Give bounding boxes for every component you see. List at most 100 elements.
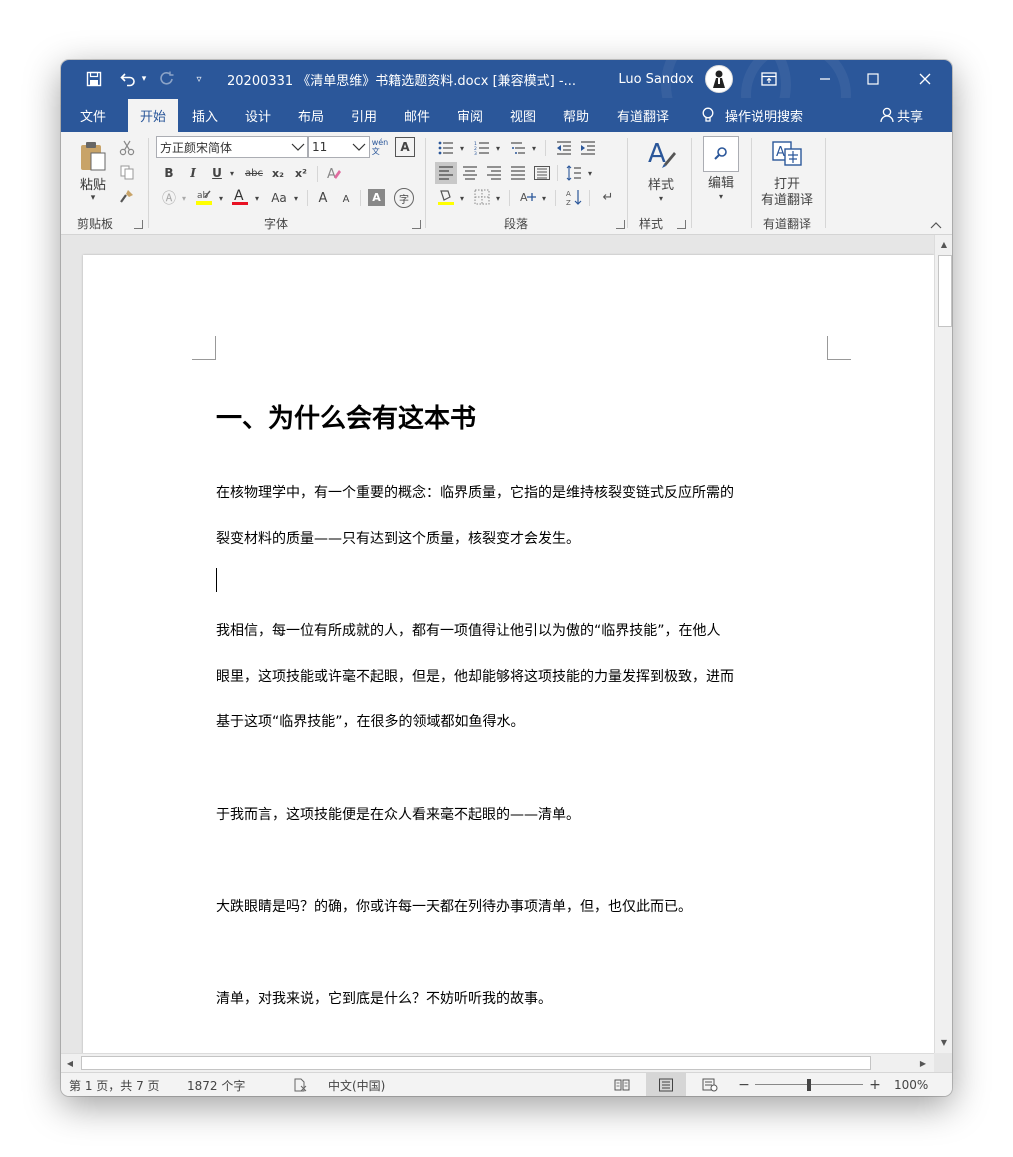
tab-review[interactable]: 审阅 [448, 98, 492, 132]
find-icon[interactable] [703, 136, 739, 172]
sort-icon[interactable]: AZ [563, 186, 585, 208]
editing-button[interactable]: 编辑 [697, 172, 745, 191]
increase-indent-icon[interactable] [577, 138, 599, 158]
cut-icon[interactable] [117, 138, 137, 158]
redo-icon[interactable] [157, 60, 177, 98]
highlight-icon[interactable]: ab [193, 186, 215, 208]
phonetic-guide-icon[interactable]: wén 文 [370, 136, 390, 158]
font-launcher-icon[interactable] [412, 220, 421, 229]
show-formatting-marks-icon[interactable]: ↵ [597, 186, 619, 208]
maximize-icon[interactable] [850, 60, 896, 98]
strikethrough-button[interactable]: abc [242, 164, 266, 182]
shading-icon[interactable] [435, 186, 457, 208]
language-indicator[interactable]: 中文(中国) [328, 1073, 385, 1096]
tab-home[interactable]: 开始 [128, 99, 178, 132]
read-mode-icon[interactable] [611, 1073, 633, 1096]
scroll-down-icon[interactable]: ▼ [937, 1035, 951, 1049]
page-count[interactable]: 第 1 页，共 7 页 [69, 1073, 160, 1096]
multilevel-list-icon[interactable] [507, 138, 529, 158]
subscript-button[interactable]: x₂ [268, 164, 288, 182]
tell-me-search[interactable]: 操作说明搜索 [725, 98, 811, 132]
youdao-open-label-2[interactable]: 有道翻译 [757, 190, 817, 208]
paste-dropdown-icon[interactable]: ▾ [85, 192, 101, 204]
decrease-indent-icon[interactable] [553, 138, 575, 158]
word-count[interactable]: 1872 个字 [187, 1073, 245, 1096]
change-case-dropdown-icon[interactable]: ▾ [291, 190, 301, 206]
format-painter-icon[interactable] [117, 186, 137, 206]
copy-icon[interactable] [117, 162, 137, 182]
undo-dropdown-icon[interactable]: ▾ [139, 60, 149, 98]
numbering-icon[interactable]: 123 [471, 138, 493, 158]
zoom-level[interactable]: 100% [894, 1073, 928, 1096]
justify-button[interactable] [507, 162, 529, 184]
tab-mailings[interactable]: 邮件 [395, 98, 439, 132]
clear-formatting-icon[interactable]: A [323, 163, 345, 183]
styles-dropdown-icon[interactable]: ▾ [653, 192, 669, 204]
youdao-translate-icon[interactable]: A [769, 138, 805, 170]
paragraph-launcher-icon[interactable] [616, 220, 625, 229]
font-color-dropdown-icon[interactable]: ▾ [252, 190, 262, 206]
web-layout-icon[interactable] [699, 1073, 721, 1096]
borders-dropdown-icon[interactable]: ▾ [493, 190, 503, 206]
horizontal-scroll-thumb[interactable] [81, 1056, 871, 1070]
scroll-left-icon[interactable]: ◀ [63, 1056, 77, 1070]
clipboard-launcher-icon[interactable] [134, 220, 143, 229]
zoom-in-button[interactable]: + [869, 1073, 881, 1096]
grow-font-button[interactable]: A [313, 188, 333, 208]
character-shading-button[interactable]: A [368, 189, 385, 206]
editing-dropdown-icon[interactable]: ▾ [713, 190, 729, 202]
tab-insert[interactable]: 插入 [183, 98, 227, 132]
collapse-ribbon-icon[interactable] [927, 218, 945, 232]
ribbon-display-options-icon[interactable] [751, 60, 787, 98]
align-left-button[interactable] [435, 162, 457, 184]
styles-icon[interactable]: A [641, 136, 681, 172]
tab-view[interactable]: 视图 [501, 98, 545, 132]
line-spacing-icon[interactable] [563, 162, 585, 184]
shading-dropdown-icon[interactable]: ▾ [457, 190, 467, 206]
change-case-button[interactable]: Aa [267, 188, 291, 208]
font-color-icon[interactable]: A [229, 186, 251, 208]
line-spacing-dropdown-icon[interactable]: ▾ [585, 165, 595, 181]
align-right-button[interactable] [483, 162, 505, 184]
bullets-dropdown-icon[interactable]: ▾ [457, 140, 467, 156]
tab-design[interactable]: 设计 [236, 98, 280, 132]
tab-references[interactable]: 引用 [342, 98, 386, 132]
chinese-layout-dropdown-icon[interactable]: ▾ [539, 190, 549, 206]
styles-launcher-icon[interactable] [677, 220, 686, 229]
share-icon[interactable] [877, 98, 897, 132]
font-name-box[interactable]: 方正颜宋简体 [156, 136, 308, 158]
close-icon[interactable] [902, 60, 948, 98]
enclose-characters-button[interactable]: 字 [394, 188, 414, 208]
paste-icon[interactable] [75, 138, 111, 174]
chinese-layout-icon[interactable]: A [517, 186, 539, 208]
zoom-out-button[interactable]: − [738, 1073, 750, 1096]
user-name[interactable]: Luo Sandox [616, 60, 696, 98]
undo-icon[interactable] [117, 60, 139, 98]
font-size-box[interactable]: 11 [308, 136, 370, 158]
bold-button[interactable]: B [160, 164, 178, 182]
vertical-scrollbar[interactable]: ▲ ▼ [934, 235, 952, 1053]
shrink-font-button[interactable]: A [337, 190, 355, 208]
horizontal-scrollbar[interactable]: ◀ ▶ [61, 1053, 934, 1072]
zoom-slider-thumb[interactable] [807, 1079, 811, 1091]
tab-youdao[interactable]: 有道翻译 [609, 98, 677, 132]
character-border-icon[interactable]: A [395, 137, 415, 157]
text-effects-dropdown-icon[interactable]: ▾ [179, 190, 189, 206]
underline-dropdown-icon[interactable]: ▾ [227, 165, 237, 181]
tab-layout[interactable]: 布局 [289, 98, 333, 132]
highlight-dropdown-icon[interactable]: ▾ [216, 190, 226, 206]
superscript-button[interactable]: x² [291, 164, 311, 182]
multilevel-dropdown-icon[interactable]: ▾ [529, 140, 539, 156]
scroll-right-icon[interactable]: ▶ [916, 1056, 930, 1070]
customize-quick-access-icon[interactable]: ▿ [191, 60, 207, 98]
italic-button[interactable]: I [184, 164, 202, 182]
numbering-dropdown-icon[interactable]: ▾ [493, 140, 503, 156]
document-page[interactable]: 一、为什么会有这本书 在核物理学中，有一个重要的概念：临界质量，它指的是维持核裂… [83, 255, 934, 1053]
vertical-scroll-thumb[interactable] [938, 255, 952, 327]
user-avatar[interactable] [704, 60, 734, 98]
distributed-button[interactable] [531, 162, 553, 184]
paste-button[interactable]: 粘贴 [73, 174, 113, 193]
borders-icon[interactable] [471, 186, 493, 208]
scroll-up-icon[interactable]: ▲ [937, 237, 951, 251]
tab-file[interactable]: 文件 [69, 98, 117, 132]
